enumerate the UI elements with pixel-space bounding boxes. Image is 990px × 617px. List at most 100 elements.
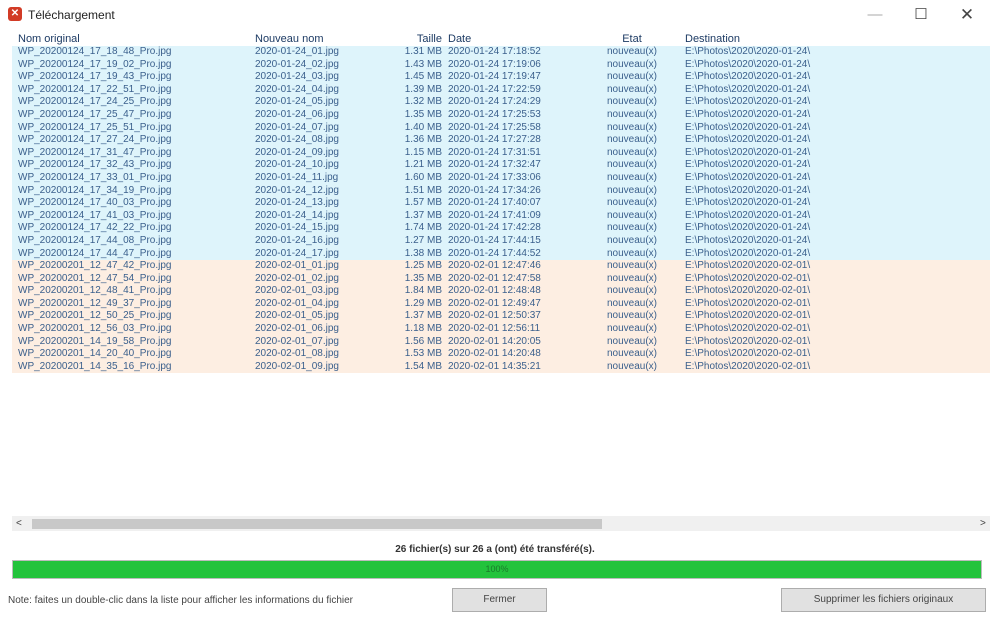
delete-originals-button[interactable]: Supprimer les fichiers originaux [781, 588, 986, 612]
cell-size: 1.56 MB [404, 335, 442, 347]
cell-original-name: WP_20200124_17_18_48_Pro.jpg [18, 46, 172, 57]
cell-destination: E:\Photos\2020\2020-01-24\ [685, 247, 811, 259]
cell-size: 1.53 MB [404, 348, 442, 360]
close-icon[interactable]: ✕ [944, 0, 990, 30]
cell-new-name: 2020-02-01_05.jpg [255, 310, 339, 322]
table-row[interactable]: WP_20200124_17_33_01_Pro.jpg 2020-01-24_1… [12, 171, 990, 185]
cell-original-name: WP_20200124_17_19_43_Pro.jpg [18, 71, 172, 83]
table-row[interactable]: WP_20200201_12_48_41_Pro.jpg 2020-02-01_0… [12, 285, 990, 298]
cell-original-name: WP_20200124_17_40_03_Pro.jpg [18, 197, 172, 209]
cell-state: nouveau(x) [606, 247, 658, 259]
table-row[interactable]: WP_20200124_17_42_22_Pro.jpg 2020-01-24_1… [12, 222, 990, 235]
table-row[interactable]: WP_20200201_14_20_40_Pro.jpg 2020-02-01_0… [12, 348, 990, 361]
cell-original-name: WP_20200124_17_44_47_Pro.jpg [18, 247, 172, 259]
cell-new-name: 2020-01-24_01.jpg [255, 46, 339, 57]
cell-new-name: 2020-02-01_09.jpg [255, 360, 339, 372]
cell-date: 2020-02-01 14:20:05 [448, 335, 541, 347]
cell-size: 1.35 MB [404, 108, 442, 120]
cell-destination: E:\Photos\2020\2020-01-24\ [685, 184, 811, 196]
file-list[interactable]: Nom original Nouveau nom Taille Date Eta… [12, 32, 990, 515]
cell-original-name: WP_20200124_17_42_22_Pro.jpg [18, 222, 172, 234]
cell-state: nouveau(x) [606, 285, 658, 297]
cell-state: nouveau(x) [606, 310, 658, 322]
table-row[interactable]: WP_20200124_17_19_02_Pro.jpg 2020-01-24_0… [12, 58, 990, 72]
column-header-original-name[interactable]: Nom original [18, 32, 243, 46]
cell-state: nouveau(x) [606, 83, 658, 95]
table-row[interactable]: WP_20200201_12_47_42_Pro.jpg 2020-02-01_0… [12, 260, 990, 273]
cell-destination: E:\Photos\2020\2020-02-01\ [685, 260, 811, 272]
horizontal-scrollbar[interactable]: < > [12, 516, 990, 531]
table-row[interactable]: WP_20200124_17_41_03_Pro.jpg 2020-01-24_1… [12, 209, 990, 223]
scroll-right-icon[interactable]: > [980, 516, 986, 531]
column-header-destination[interactable]: Destination [685, 32, 985, 46]
table-row[interactable]: WP_20200124_17_25_47_Pro.jpg 2020-01-24_0… [12, 108, 990, 122]
cell-date: 2020-01-24 17:44:15 [448, 234, 541, 246]
minimize-icon[interactable]: — [852, 0, 898, 30]
scroll-left-icon[interactable]: < [16, 516, 22, 531]
cell-date: 2020-01-24 17:33:06 [448, 171, 541, 183]
cell-new-name: 2020-01-24_08.jpg [255, 134, 339, 146]
cell-size: 1.21 MB [404, 159, 442, 171]
table-row[interactable]: WP_20200124_17_25_51_Pro.jpg 2020-01-24_0… [12, 121, 990, 135]
cell-date: 2020-02-01 12:50:37 [448, 310, 541, 322]
cell-state: nouveau(x) [606, 58, 658, 70]
cell-destination: E:\Photos\2020\2020-01-24\ [685, 234, 811, 246]
cell-original-name: WP_20200124_17_22_51_Pro.jpg [18, 83, 172, 95]
cell-size: 1.18 MB [404, 323, 442, 335]
cell-state: nouveau(x) [606, 184, 658, 196]
table-row[interactable]: WP_20200201_12_56_03_Pro.jpg 2020-02-01_0… [12, 323, 990, 336]
cell-state: nouveau(x) [606, 146, 658, 158]
table-row[interactable]: WP_20200124_17_31_47_Pro.jpg 2020-01-24_0… [12, 146, 990, 160]
cell-state: nouveau(x) [606, 171, 658, 183]
maximize-icon[interactable]: ☐ [898, 0, 944, 30]
close-button[interactable]: Fermer [452, 588, 547, 612]
cell-destination: E:\Photos\2020\2020-01-24\ [685, 58, 811, 70]
table-row[interactable]: WP_20200124_17_22_51_Pro.jpg 2020-01-24_0… [12, 83, 990, 97]
cell-date: 2020-01-24 17:24:29 [448, 96, 541, 108]
table-row[interactable]: WP_20200124_17_34_19_Pro.jpg 2020-01-24_1… [12, 184, 990, 198]
table-row[interactable]: WP_20200124_17_19_43_Pro.jpg 2020-01-24_0… [12, 71, 990, 84]
cell-date: 2020-01-24 17:40:07 [448, 197, 541, 209]
cell-new-name: 2020-01-24_05.jpg [255, 96, 339, 108]
cell-state: nouveau(x) [606, 71, 658, 83]
column-header-state[interactable]: Etat [597, 32, 667, 46]
table-row[interactable]: WP_20200201_12_47_54_Pro.jpg 2020-02-01_0… [12, 272, 990, 286]
progress-bar: 100% [12, 560, 982, 579]
table-row[interactable]: WP_20200201_12_49_37_Pro.jpg 2020-02-01_0… [12, 297, 990, 311]
cell-new-name: 2020-02-01_04.jpg [255, 297, 339, 309]
cell-destination: E:\Photos\2020\2020-01-24\ [685, 108, 811, 120]
cell-size: 1.38 MB [404, 247, 442, 259]
table-row[interactable]: WP_20200201_14_19_58_Pro.jpg 2020-02-01_0… [12, 335, 990, 349]
table-row[interactable]: WP_20200124_17_24_25_Pro.jpg 2020-01-24_0… [12, 96, 990, 109]
column-header-size[interactable]: Taille [382, 32, 442, 46]
table-row[interactable]: WP_20200124_17_27_24_Pro.jpg 2020-01-24_0… [12, 134, 990, 147]
cell-size: 1.54 MB [404, 360, 442, 372]
cell-state: nouveau(x) [606, 197, 658, 209]
cell-new-name: 2020-02-01_08.jpg [255, 348, 339, 360]
table-row[interactable]: WP_20200124_17_40_03_Pro.jpg 2020-01-24_1… [12, 197, 990, 210]
window-title: Téléchargement [28, 8, 115, 22]
scrollbar-thumb[interactable] [32, 519, 602, 529]
cell-original-name: WP_20200201_12_47_54_Pro.jpg [18, 272, 172, 284]
cell-date: 2020-01-24 17:19:47 [448, 71, 541, 83]
table-row[interactable]: WP_20200201_12_50_25_Pro.jpg 2020-02-01_0… [12, 310, 990, 324]
table-row[interactable]: WP_20200124_17_44_47_Pro.jpg 2020-01-24_1… [12, 247, 990, 261]
cell-destination: E:\Photos\2020\2020-01-24\ [685, 96, 811, 108]
cell-destination: E:\Photos\2020\2020-02-01\ [685, 297, 811, 309]
cell-original-name: WP_20200124_17_24_25_Pro.jpg [18, 96, 172, 108]
cell-destination: E:\Photos\2020\2020-01-24\ [685, 159, 811, 171]
progress-label: 100% [485, 564, 509, 574]
table-row[interactable]: WP_20200124_17_44_08_Pro.jpg 2020-01-24_1… [12, 234, 990, 248]
table-row[interactable]: WP_20200124_17_18_48_Pro.jpg 2020-01-24_0… [12, 46, 990, 59]
cell-original-name: WP_20200201_12_48_41_Pro.jpg [18, 285, 172, 297]
cell-size: 1.15 MB [404, 146, 442, 158]
table-row[interactable]: WP_20200124_17_32_43_Pro.jpg 2020-01-24_1… [12, 159, 990, 172]
table-row[interactable]: WP_20200201_14_35_16_Pro.jpg 2020-02-01_0… [12, 360, 990, 374]
cell-new-name: 2020-02-01_03.jpg [255, 285, 339, 297]
column-header-date[interactable]: Date [448, 32, 588, 46]
cell-state: nouveau(x) [606, 108, 658, 120]
cell-new-name: 2020-01-24_10.jpg [255, 159, 339, 171]
cell-date: 2020-01-24 17:18:52 [448, 46, 541, 57]
column-header-new-name[interactable]: Nouveau nom [255, 32, 380, 46]
cell-state: nouveau(x) [606, 348, 658, 360]
